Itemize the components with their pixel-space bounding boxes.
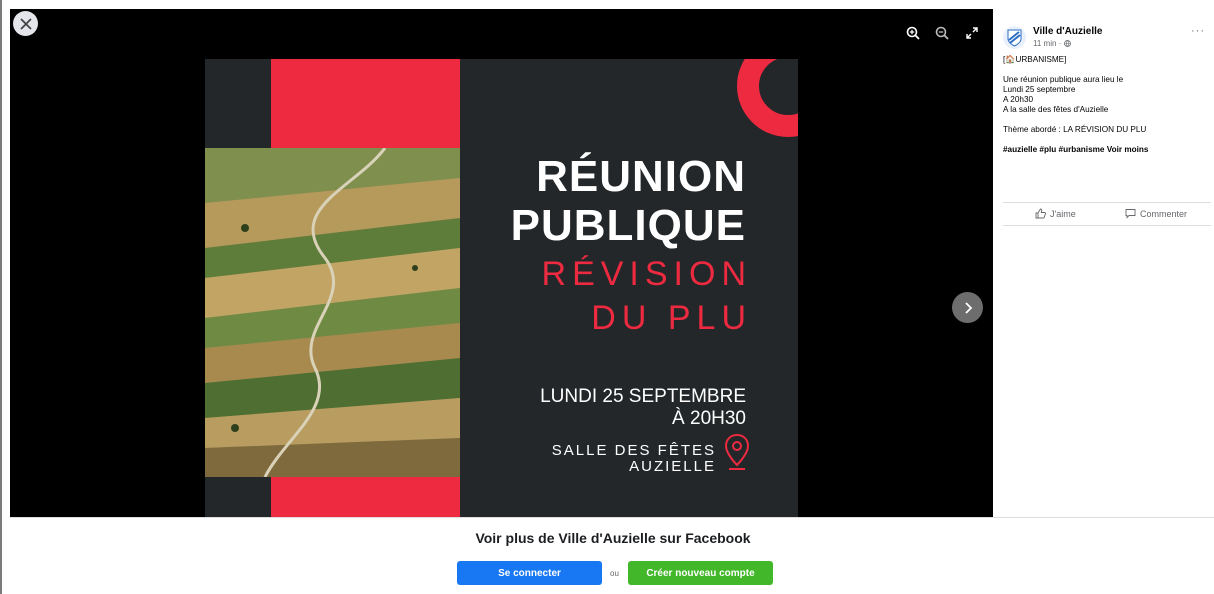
post-line: Une réunion publique aura lieu le — [1003, 75, 1124, 84]
next-photo-button[interactable] — [952, 292, 983, 323]
poster-place-line1: SALLE DES FÊTES — [551, 442, 716, 459]
poster-red-block-bottom — [271, 477, 460, 517]
photo-viewer: RÉUNION PUBLIQUE RÉVISION DU PLU LUNDI 2… — [10, 9, 993, 517]
poster-place-line2: AUZIELLE — [629, 458, 716, 475]
poster-red-block-top — [271, 59, 460, 148]
fullscreen-button[interactable] — [962, 23, 982, 43]
location-pin-icon — [724, 433, 750, 470]
banner-title: Voir plus de Ville d'Auzielle sur Facebo… — [475, 530, 751, 546]
login-banner: Voir plus de Ville d'Auzielle sur Facebo… — [10, 517, 1214, 594]
post-panel: Ville d'Auzielle 11 min · ··· [🏠URBANISM… — [993, 9, 1214, 517]
event-poster: RÉUNION PUBLIQUE RÉVISION DU PLU LUNDI 2… — [205, 59, 798, 517]
poster-title-line1: RÉUNION — [536, 152, 746, 201]
thumbs-up-icon — [1035, 208, 1046, 219]
zoom-in-button[interactable] — [903, 23, 923, 43]
like-button[interactable]: J'aime — [1035, 208, 1076, 219]
post-timestamp: 11 min · — [1033, 39, 1071, 48]
page-frame: RÉUNION PUBLIQUE RÉVISION DU PLU LUNDI 2… — [0, 0, 1214, 594]
field-landscape-image — [205, 148, 460, 477]
decorative-arc — [737, 59, 798, 137]
post-category: [🏠URBANISME] — [1003, 55, 1067, 64]
comment-label: Commenter — [1140, 208, 1188, 219]
or-separator: ou — [610, 569, 619, 578]
post-line: A la salle des fêtes d'Auzielle — [1003, 105, 1109, 114]
poster-title-line2: PUBLIQUE — [510, 201, 746, 250]
expand-icon — [966, 27, 978, 39]
zoom-out-button[interactable] — [932, 23, 952, 43]
post-line: Lundi 25 septembre — [1003, 85, 1076, 94]
avatar[interactable] — [1003, 26, 1026, 49]
top-strip — [2, 0, 1214, 9]
post-hashtags[interactable]: #auzielle #plu #urbanisme Voir moins — [1003, 145, 1208, 155]
post-theme: Thème abordé : LA RÉVISION DU PLU — [1003, 125, 1147, 134]
page-logo-icon — [1007, 29, 1022, 47]
post-line: A 20h30 — [1003, 95, 1034, 104]
close-button[interactable] — [13, 11, 38, 36]
page-name-link[interactable]: Ville d'Auzielle — [1033, 26, 1102, 37]
divider — [1003, 225, 1211, 226]
post-time: 11 min · — [1033, 39, 1064, 48]
globe-icon — [1063, 40, 1071, 47]
post-options-button[interactable]: ··· — [1191, 25, 1205, 37]
login-button[interactable]: Se connecter — [457, 561, 602, 585]
close-icon — [19, 17, 32, 30]
like-label: J'aime — [1050, 208, 1076, 219]
divider — [1003, 202, 1211, 203]
zoom-out-icon — [935, 26, 949, 40]
poster-subtitle-line1: RÉVISION — [541, 255, 752, 293]
poster-subtitle-line2: DU PLU — [591, 299, 752, 337]
comment-icon — [1125, 209, 1136, 219]
comment-button[interactable]: Commenter — [1125, 208, 1187, 219]
create-account-button[interactable]: Créer nouveau compte — [628, 561, 773, 585]
post-body: [🏠URBANISME] Une réunion publique aura l… — [1003, 55, 1208, 155]
poster-date-line1: LUNDI 25 SEPTEMBRE — [540, 386, 746, 407]
chevron-right-icon — [964, 301, 972, 314]
poster-date-line2: À 20H30 — [672, 408, 746, 429]
zoom-in-icon — [906, 26, 920, 40]
